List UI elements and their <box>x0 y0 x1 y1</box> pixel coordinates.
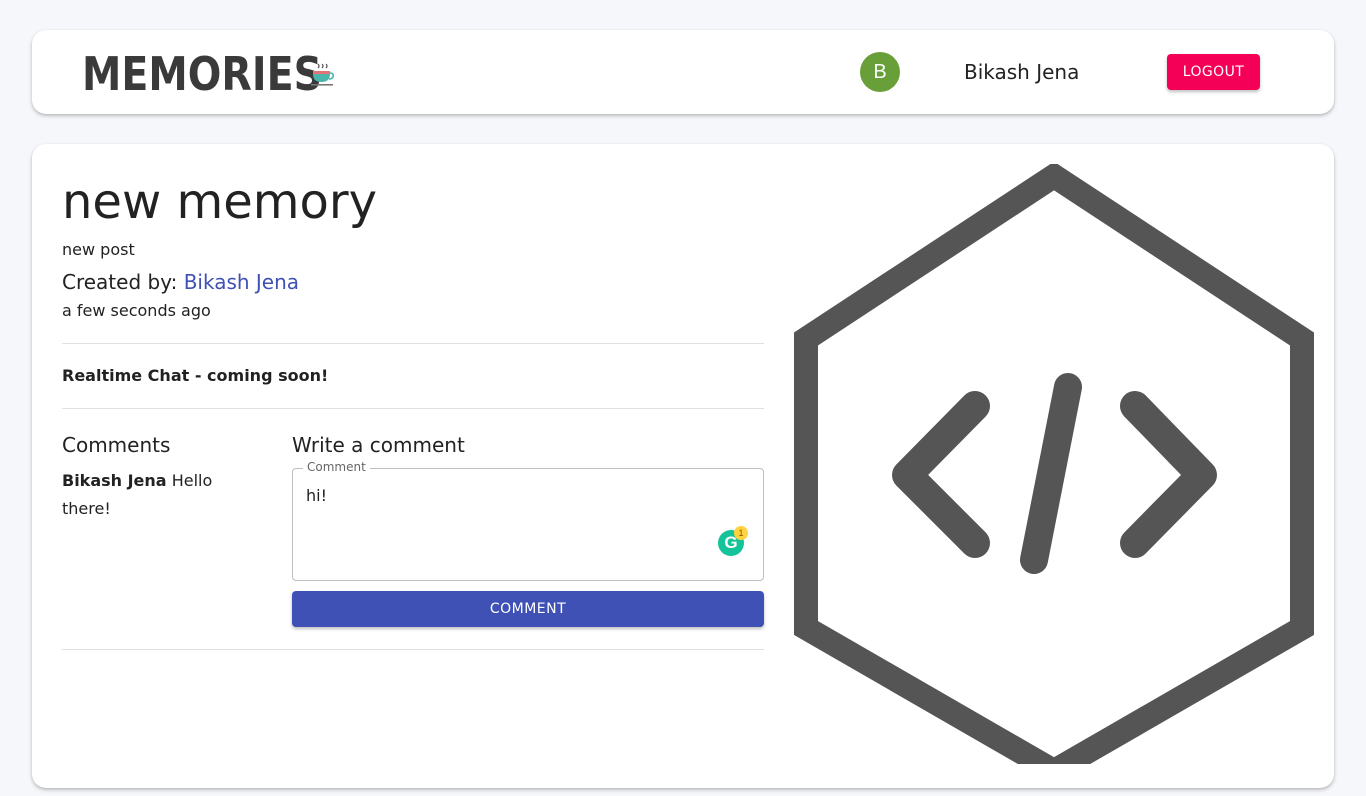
logout-button[interactable]: LOGOUT <box>1167 54 1260 90</box>
post-time: a few seconds ago <box>62 301 211 320</box>
post-details-card: new memory new post Created by: Bikash J… <box>32 144 1334 788</box>
divider <box>62 343 764 344</box>
chat-note: Realtime Chat - coming soon! <box>62 366 329 385</box>
write-comment-heading: Write a comment <box>292 433 465 457</box>
post-message: new post <box>62 240 135 259</box>
post-title: new memory <box>62 174 378 230</box>
divider <box>62 649 764 650</box>
created-by: Created by: Bikash Jena <box>62 270 299 294</box>
app-bar: Memories B Bikash Jena LOGOUT <box>32 30 1334 114</box>
comments-heading: Comments <box>62 433 171 457</box>
comment-item: Bikash Jena Hello there! <box>62 467 252 523</box>
code-hexagon-icon <box>794 164 1314 764</box>
brand-title[interactable]: Memories <box>82 48 322 100</box>
comment-submit-button[interactable]: COMMENT <box>292 591 764 627</box>
comment-field-value[interactable]: hi! <box>306 486 327 505</box>
divider <box>62 408 764 409</box>
comment-field-label: Comment <box>303 460 370 474</box>
comment-author: Bikash Jena <box>62 471 167 490</box>
created-by-label: Created by: <box>62 270 178 294</box>
grammarly-count-badge: 1 <box>734 526 748 540</box>
creator-link[interactable]: Bikash Jena <box>184 270 299 294</box>
user-name: Bikash Jena <box>964 60 1080 84</box>
comment-input[interactable]: Comment hi! G 1 <box>292 460 764 581</box>
coffee-cup-icon <box>311 63 334 86</box>
user-avatar: B <box>860 52 900 92</box>
